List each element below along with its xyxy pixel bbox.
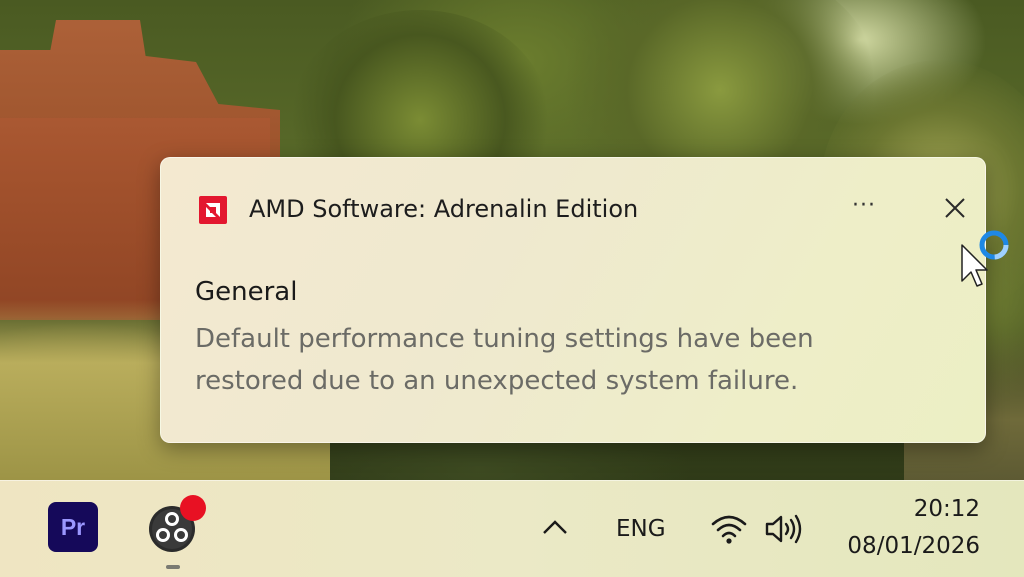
close-icon (945, 198, 965, 218)
toast-notification[interactable]: AMD Software: Adrenalin Edition ··· Gene… (160, 157, 986, 443)
clock-time[interactable]: 20:12 (830, 496, 980, 522)
toast-title: General (195, 277, 298, 307)
toast-app-name: AMD Software: Adrenalin Edition (249, 195, 639, 223)
more-options-button[interactable]: ··· (839, 188, 889, 228)
recording-badge (180, 495, 206, 521)
clock-date[interactable]: 08/01/2026 (830, 533, 980, 559)
premiere-pro-icon[interactable]: Pr (48, 502, 98, 552)
language-indicator[interactable]: ENG (616, 516, 666, 542)
wifi-icon[interactable] (710, 512, 748, 546)
app-running-indicator (166, 565, 180, 569)
volume-icon[interactable] (764, 512, 804, 546)
busy-spinner-icon (979, 230, 1009, 260)
toast-header: AMD Software: Adrenalin Edition ··· (199, 193, 965, 224)
toast-body: Default performance tuning settings have… (195, 324, 814, 396)
amd-logo-icon (199, 196, 227, 224)
chevron-up-icon[interactable] (540, 515, 570, 539)
close-button[interactable] (935, 188, 975, 228)
